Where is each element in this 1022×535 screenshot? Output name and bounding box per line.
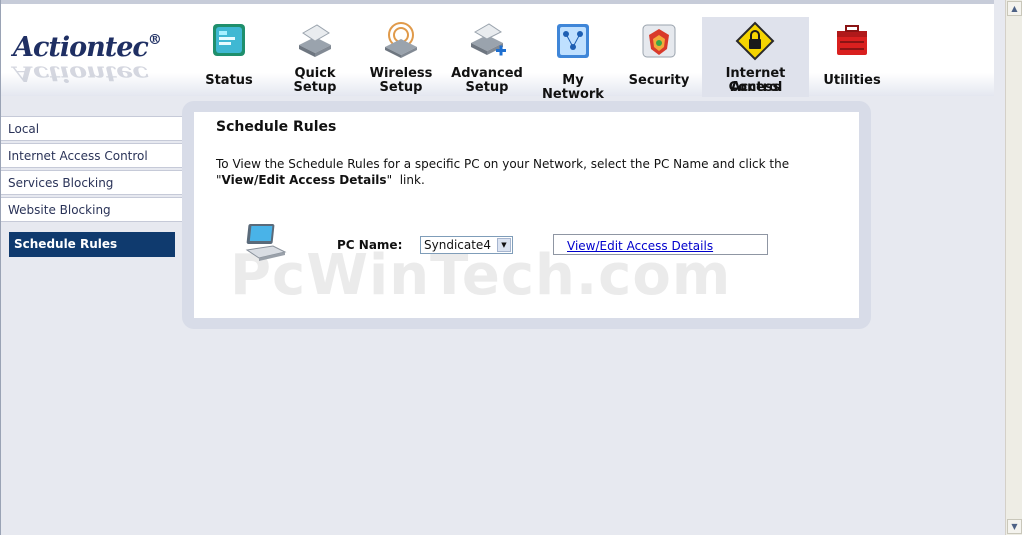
quick-setup-icon [299, 24, 331, 57]
nav-internet-access-control[interactable]: Internet Access Control [702, 17, 809, 97]
computer-icon [245, 224, 287, 261]
vertical-scrollbar[interactable]: ▲ ▼ [1005, 0, 1022, 535]
page-title: Schedule Rules [216, 119, 337, 135]
nav-utilities[interactable]: Utilities [809, 17, 895, 97]
sidebar-item-internet-access-control[interactable]: Internet Access Control [1, 143, 183, 168]
nav-wireless-setup-label-1: Wireless [369, 66, 433, 81]
nav-quick-setup-label-2: Setup [293, 80, 337, 95]
dropdown-arrow-icon[interactable]: ▼ [497, 238, 511, 252]
content-panel [194, 112, 859, 318]
brand-name: Actiontec [13, 32, 149, 63]
security-icon [642, 24, 676, 58]
sidebar-item-schedule-rules[interactable]: Schedule Rules [9, 232, 175, 257]
nav-utilities-label: Utilities [823, 73, 881, 88]
nav-security-label: Security [628, 73, 690, 88]
scroll-up-arrow-icon[interactable]: ▲ [1007, 1, 1022, 16]
description-link-name: View/Edit Access Details [221, 173, 387, 187]
nav-advanced-setup-label-2: Setup [465, 80, 509, 95]
nav-security[interactable]: Security [616, 17, 702, 97]
advanced-setup-icon [471, 23, 506, 56]
nav-wireless-setup-label-2: Setup [379, 80, 423, 95]
nav-internet-access-control-label-2: Control [728, 80, 783, 95]
nav-my-network[interactable]: My Network [530, 17, 616, 102]
nav-quick-setup-label-1: Quick [294, 66, 336, 81]
sidebar: Local Internet Access Control Services B… [1, 116, 183, 224]
pc-name-select[interactable]: Syndicate4 ▼ [420, 236, 513, 254]
pc-name-selected: Syndicate4 [424, 238, 491, 252]
nav-advanced-setup-label-1: Advanced [451, 66, 523, 81]
sidebar-item-services-blocking[interactable]: Services Blocking [1, 170, 183, 195]
view-edit-access-details-link[interactable]: View/Edit Access Details [567, 239, 713, 253]
nav-status[interactable]: Status [186, 17, 272, 97]
logo-reflection: Actiontec [13, 61, 148, 86]
nav-status-label: Status [205, 73, 253, 88]
lock-warning-icon [735, 21, 775, 61]
pc-name-label: PC Name: [337, 238, 403, 252]
my-network-icon [557, 24, 589, 58]
nav-wireless-setup[interactable]: Wireless Setup [358, 17, 444, 97]
description-text: To View the Schedule Rules for a specifi… [216, 157, 790, 171]
nav-quick-setup[interactable]: Quick Setup [272, 17, 358, 97]
sidebar-item-local[interactable]: Local [1, 116, 183, 141]
toolbox-icon [837, 25, 867, 55]
registered-mark: ® [147, 32, 162, 48]
description-suffix: link. [399, 173, 425, 187]
wireless-setup-icon [385, 22, 417, 58]
scroll-down-arrow-icon[interactable]: ▼ [1007, 519, 1022, 534]
actiontec-logo: Actiontec® Actiontec [13, 32, 162, 88]
page-description: To View the Schedule Rules for a specifi… [216, 157, 790, 187]
status-icon [213, 24, 245, 56]
nav-my-network-label: My Network [542, 73, 604, 102]
nav-advanced-setup[interactable]: Advanced Setup [444, 17, 530, 97]
scrollbar-track[interactable] [1008, 17, 1021, 517]
sidebar-item-website-blocking[interactable]: Website Blocking [1, 197, 183, 222]
